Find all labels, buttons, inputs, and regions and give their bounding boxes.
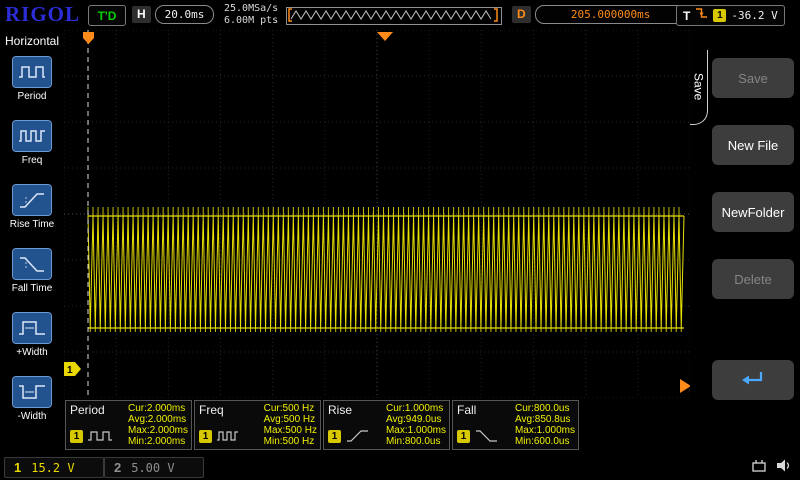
channel1-chip[interactable]: 1 15.2 V (4, 457, 104, 478)
measurement-panel-rise[interactable]: Rise 1 Cur:1.000ms Avg:949.0us Max:1.000… (323, 400, 450, 450)
measurement-panel-freq[interactable]: Freq 1 Cur:500 Hz Avg:500 Hz Max:500 Hz … (194, 400, 321, 450)
sidebar-item-rise-time[interactable]: Rise Time (0, 178, 64, 242)
fall-time-icon (12, 248, 52, 280)
trigger-status-badge: T'D (88, 5, 126, 26)
channel2-chip[interactable]: 2 5.00 V (104, 457, 204, 478)
oscilloscope-screen: RIGOL T'D H 20.0ms 25.0MSa/s 6.00M pts D… (0, 0, 800, 480)
rise-time-icon (12, 184, 52, 216)
status-icons (750, 458, 792, 478)
memory-waveform-preview[interactable] (286, 7, 502, 25)
sidebar-item-freq[interactable]: Freq (0, 114, 64, 178)
sidebar-title: Horizontal (0, 34, 64, 48)
channel2-number: 2 (114, 460, 121, 475)
new-file-button[interactable]: New File (712, 125, 794, 165)
freq-icon (12, 120, 52, 152)
d-label: D (512, 6, 531, 23)
memory-depth: 6.00M pts (224, 15, 278, 27)
back-button[interactable] (712, 360, 794, 400)
falling-edge-icon (695, 6, 708, 25)
measurement-panel-period[interactable]: Period 1 Cur:2.000ms Avg:2.000ms Max:2.0… (65, 400, 192, 450)
fall-source-badge: 1 (457, 430, 470, 443)
delay-chip[interactable]: D 205.000000ms (512, 5, 687, 24)
sidebar-item-pos-width[interactable]: +Width (0, 306, 64, 370)
period-meas-icon (87, 428, 113, 444)
channel1-scale: 15.2 V (31, 461, 74, 475)
neg-width-icon (12, 376, 52, 408)
h-label: H (132, 6, 151, 23)
horizontal-timebase-chip[interactable]: H 20.0ms (132, 5, 214, 24)
top-bar: RIGOL T'D H 20.0ms 25.0MSa/s 6.00M pts D… (0, 0, 800, 30)
fall-meas-icon (474, 428, 500, 444)
rise-source-badge: 1 (328, 430, 341, 443)
trigger-chip[interactable]: T 1 -36.2 V (676, 5, 785, 26)
sample-rate: 25.0MSa/s (224, 3, 278, 15)
channel-status-bar: 1 15.2 V 2 5.00 V (0, 455, 800, 480)
sidebar-item-period[interactable]: Period (0, 50, 64, 114)
delete-button[interactable]: Delete (712, 259, 794, 299)
freq-meas-icon (216, 428, 242, 444)
period-icon (12, 56, 52, 88)
save-menu-tab[interactable]: Save (690, 50, 708, 125)
pos-width-icon (12, 312, 52, 344)
acquisition-info: 25.0MSa/s 6.00M pts (224, 3, 278, 27)
new-folder-button[interactable]: NewFolder (712, 192, 794, 232)
preview-waveform-icon (287, 8, 499, 22)
channel2-scale: 5.00 V (131, 461, 174, 475)
rigol-logo: RIGOL (5, 2, 80, 27)
t-label: T (683, 9, 690, 23)
measurement-readouts: Period 1 Cur:2.000ms Avg:2.000ms Max:2.0… (65, 400, 579, 450)
measure-sidebar: Horizontal Period Freq Rise Time Fall Ti… (0, 30, 64, 455)
sidebar-item-fall-time[interactable]: Fall Time (0, 242, 64, 306)
waveform-display[interactable]: 1 (64, 30, 690, 398)
speaker-icon (776, 458, 792, 478)
timebase-value: 20.0ms (155, 5, 215, 24)
graticule-and-waveform (64, 30, 690, 398)
channel1-number: 1 (14, 460, 21, 475)
period-source-badge: 1 (70, 430, 83, 443)
trigger-level-value: -36.2 V (731, 9, 777, 22)
return-arrow-icon (739, 369, 767, 392)
save-button[interactable]: Save (712, 58, 794, 98)
usb-icon (750, 458, 768, 478)
sidebar-item-neg-width[interactable]: -Width (0, 370, 64, 434)
trigger-source-badge: 1 (713, 9, 726, 22)
delay-value: 205.000000ms (535, 5, 687, 24)
freq-source-badge: 1 (199, 430, 212, 443)
measurement-panel-fall[interactable]: Fall 1 Cur:800.0us Avg:850.8us Max:1.000… (452, 400, 579, 450)
save-menu: Save Save New File NewFolder Delete (690, 30, 800, 455)
rise-meas-icon (345, 428, 371, 444)
